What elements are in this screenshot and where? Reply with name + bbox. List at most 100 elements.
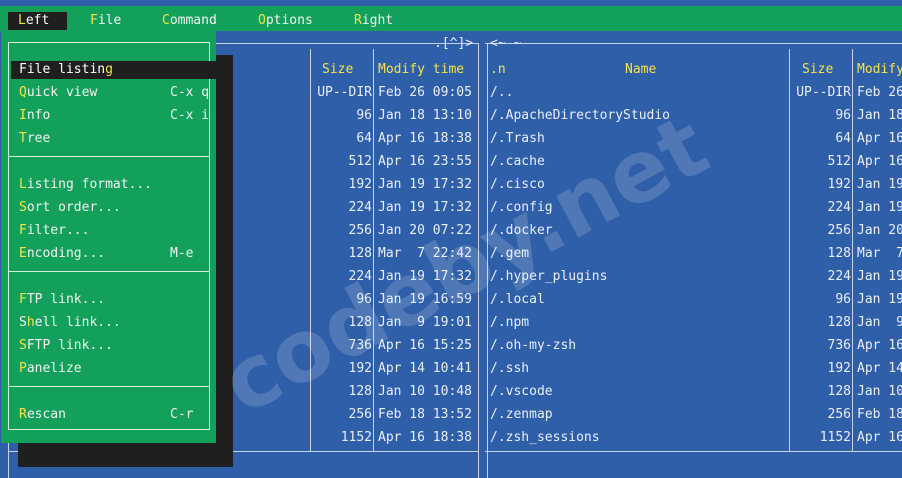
right-row-name[interactable]: /.npm — [490, 314, 529, 332]
right-row-size[interactable]: 192 — [791, 360, 851, 378]
left-row-modify[interactable]: Feb 26 09:05 — [378, 84, 472, 102]
left-row-modify[interactable]: Jan 9 19:01 — [378, 314, 472, 332]
right-row-modify[interactable]: Jan 19 — [857, 199, 902, 217]
right-row-size[interactable]: 256 — [791, 222, 851, 240]
right-row-name[interactable]: /.local — [490, 291, 545, 309]
right-row-name[interactable]: /.vscode — [490, 383, 553, 401]
right-row-modify[interactable]: Jan 19 — [857, 176, 902, 194]
dropdown-item-sort-order[interactable]: Sort order... — [19, 199, 209, 217]
left-row-size[interactable]: 256 — [312, 406, 372, 424]
left-row-modify[interactable]: Apr 14 10:41 — [378, 360, 472, 378]
right-row-size[interactable]: 736 — [791, 337, 851, 355]
right-row-modify[interactable]: Feb 26 — [857, 84, 902, 102]
left-row-size[interactable]: 128 — [312, 383, 372, 401]
right-row-name[interactable]: /.config — [490, 199, 553, 217]
menu-right[interactable]: Right — [354, 12, 393, 30]
right-row-name[interactable]: /.hyper_plugins — [490, 268, 607, 286]
right-row-modify[interactable]: Apr 16 — [857, 153, 902, 171]
left-row-size[interactable]: 736 — [312, 337, 372, 355]
right-row-modify[interactable]: Jan 18 — [857, 107, 902, 125]
left-row-size[interactable]: UP--DIR — [312, 84, 372, 102]
menu-options[interactable]: Options — [258, 12, 313, 30]
left-row-size[interactable]: 224 — [312, 199, 372, 217]
right-row-name[interactable]: /.oh-my-zsh — [490, 337, 576, 355]
right-col-n-header[interactable]: .n — [490, 61, 506, 79]
left-row-modify[interactable]: Jan 10 10:48 — [378, 383, 472, 401]
right-row-size[interactable]: 128 — [791, 314, 851, 332]
left-row-size[interactable]: 1152 — [312, 429, 372, 447]
right-col-name-header[interactable]: Name — [625, 61, 656, 79]
dropdown-item-sftp-link[interactable]: SFTP link... — [19, 337, 209, 355]
right-row-size[interactable]: 128 — [791, 383, 851, 401]
left-row-size[interactable]: 224 — [312, 268, 372, 286]
right-row-size[interactable]: 224 — [791, 199, 851, 217]
right-row-modify[interactable]: Jan 19 — [857, 268, 902, 286]
right-panel[interactable]: <~ ~ .n Name Size Modify /.. UP--DIR Feb 2… — [485, 31, 902, 478]
left-col-size-header[interactable]: Size — [322, 61, 353, 79]
left-row-modify[interactable]: Mar 7 22:42 — [378, 245, 472, 263]
left-row-modify[interactable]: Apr 16 18:38 — [378, 429, 472, 447]
right-row-name[interactable]: /.ssh — [490, 360, 529, 378]
right-col-modify-header[interactable]: Modify — [857, 61, 902, 79]
dropdown-item-shell-link[interactable]: Shell link... — [19, 314, 209, 332]
right-row-modify[interactable]: Apr 16 — [857, 337, 902, 355]
right-row-name[interactable]: /.zsh_sessions — [490, 429, 600, 447]
left-row-size[interactable]: 512 — [312, 153, 372, 171]
right-row-size[interactable]: 256 — [791, 406, 851, 424]
dropdown-item-tree[interactable]: Tree — [19, 130, 209, 148]
right-row-size[interactable]: 96 — [791, 291, 851, 309]
dropdown-item-info[interactable]: Info C-x i — [19, 107, 209, 125]
left-row-size[interactable]: 128 — [312, 314, 372, 332]
left-row-size[interactable]: 192 — [312, 176, 372, 194]
right-row-name[interactable]: /.docker — [490, 222, 553, 240]
right-row-name[interactable]: /.ApacheDirectoryStudio — [490, 107, 670, 125]
right-row-name[interactable]: /.cache — [490, 153, 545, 171]
right-row-modify[interactable]: Jan 10 — [857, 383, 902, 401]
right-col-size-header[interactable]: Size — [802, 61, 833, 79]
right-row-name[interactable]: /.gem — [490, 245, 529, 263]
right-row-modify[interactable]: Apr 14 — [857, 360, 902, 378]
left-row-modify[interactable]: Apr 16 15:25 — [378, 337, 472, 355]
right-row-size[interactable]: UP--DIR — [791, 84, 851, 102]
left-row-modify[interactable]: Jan 20 07:22 — [378, 222, 472, 240]
right-row-size[interactable]: 1152 — [791, 429, 851, 447]
right-row-modify[interactable]: Jan 20 — [857, 222, 902, 240]
dropdown-item-encoding[interactable]: Encoding... M-e — [19, 245, 209, 263]
right-row-modify[interactable]: Jan 19 — [857, 291, 902, 309]
right-row-name[interactable]: /.zenmap — [490, 406, 553, 424]
dropdown-item-listing-format[interactable]: Listing format... — [19, 176, 209, 194]
right-row-size[interactable]: 224 — [791, 268, 851, 286]
left-row-modify[interactable]: Jan 19 17:32 — [378, 268, 472, 286]
right-row-name[interactable]: /.Trash — [490, 130, 545, 148]
dropdown-item-filter[interactable]: Filter... — [19, 222, 209, 240]
left-row-modify[interactable]: Jan 18 13:10 — [378, 107, 472, 125]
right-row-name[interactable]: /.. — [490, 84, 513, 102]
left-row-modify[interactable]: Jan 19 17:32 — [378, 199, 472, 217]
dropdown-item-panelize[interactable]: Panelize — [19, 360, 209, 378]
right-row-modify[interactable]: Jan 9 — [857, 314, 902, 332]
right-row-size[interactable]: 512 — [791, 153, 851, 171]
right-row-modify[interactable]: Apr 16 — [857, 130, 902, 148]
right-row-size[interactable]: 128 — [791, 245, 851, 263]
dropdown-item-rescan[interactable]: Rescan C-r — [19, 406, 209, 424]
right-row-size[interactable]: 192 — [791, 176, 851, 194]
right-panel-path-hint[interactable]: <~ ~ — [490, 35, 521, 53]
right-row-modify[interactable]: Feb 18 — [857, 406, 902, 424]
right-row-size[interactable]: 96 — [791, 107, 851, 125]
left-row-size[interactable]: 192 — [312, 360, 372, 378]
left-row-modify[interactable]: Jan 19 17:32 — [378, 176, 472, 194]
left-row-size[interactable]: 64 — [312, 130, 372, 148]
left-row-modify[interactable]: Apr 16 18:38 — [378, 130, 472, 148]
dropdown-item-ftp-link[interactable]: FTP link... — [19, 291, 209, 309]
left-row-size[interactable]: 96 — [312, 291, 372, 309]
right-row-name[interactable]: /.cisco — [490, 176, 545, 194]
menu-left[interactable]: Left — [8, 12, 67, 30]
left-row-modify[interactable]: Jan 19 16:59 — [378, 291, 472, 309]
right-row-modify[interactable]: Apr 16 — [857, 429, 902, 447]
right-row-size[interactable]: 64 — [791, 130, 851, 148]
menu-file[interactable]: File — [90, 12, 121, 30]
left-row-size[interactable]: 256 — [312, 222, 372, 240]
left-row-modify[interactable]: Feb 18 13:52 — [378, 406, 472, 424]
left-col-modify-header[interactable]: Modify time — [378, 61, 464, 79]
dropdown-item-file-listing[interactable]: File listing — [11, 61, 218, 79]
